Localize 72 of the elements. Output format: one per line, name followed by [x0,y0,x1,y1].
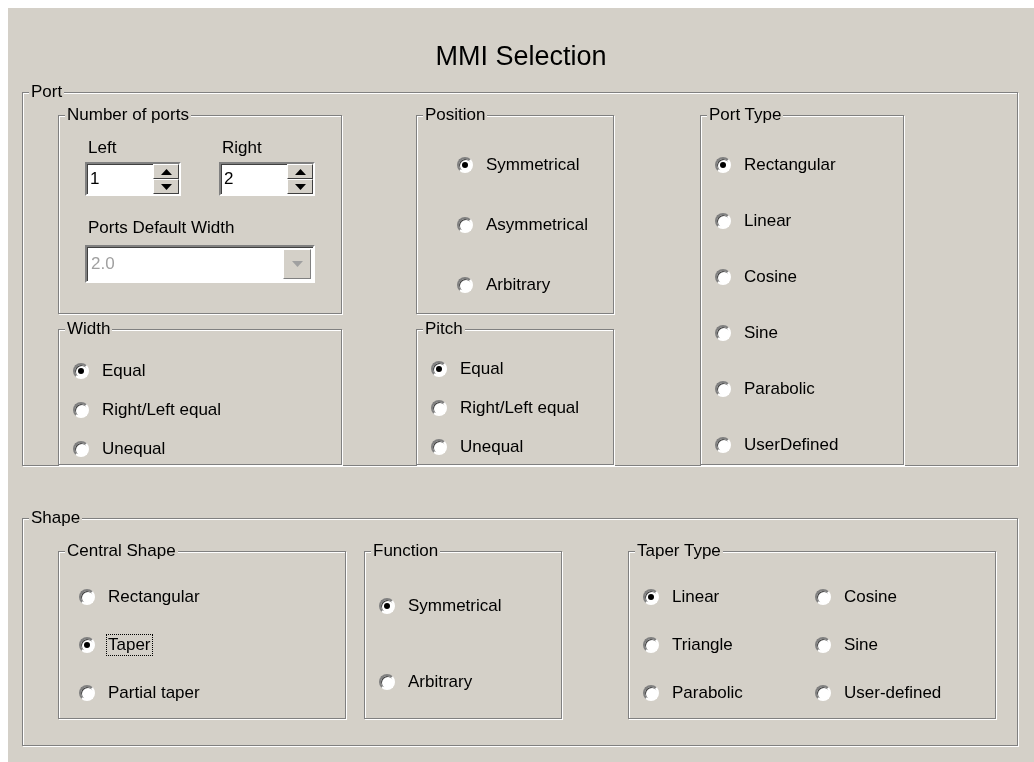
option-label: Symmetrical [485,154,581,176]
down-arrow-icon [294,183,306,190]
field-label: Left [87,138,117,158]
option-label: Equal [101,360,147,383]
option-label: User-defined [843,682,943,704]
option-label: Linear [671,586,721,608]
option-label: Rectangular [107,586,201,608]
radio-button[interactable] [73,402,89,419]
radio-button[interactable] [715,325,731,341]
option-label: Right/Left equal [101,399,223,422]
option-label: Arbitrary [407,671,474,693]
option-label: Taper [106,634,153,656]
radio-button[interactable] [79,637,95,653]
radio-button[interactable] [79,589,95,605]
radio-button[interactable] [431,439,447,456]
spin-up-button[interactable] [287,164,313,179]
up-arrow-icon [294,168,306,175]
radio-button[interactable] [715,437,731,453]
group-label: Port Type [707,105,784,125]
radio-button[interactable] [643,685,659,701]
number-spinner[interactable]: 2 [219,162,315,196]
option-label: Parabolic [671,682,744,704]
radio-button[interactable] [457,277,473,293]
option-label: Right/Left equal [459,397,581,420]
option-label: Sine [843,634,880,656]
radio-button[interactable] [73,441,89,458]
radio-button[interactable] [79,685,95,701]
spin-down-button[interactable] [287,179,313,194]
radio-button[interactable] [815,589,831,605]
radio-button[interactable] [643,637,659,653]
number-spinner[interactable]: 1 [85,162,181,196]
option-label: Parabolic [743,378,816,400]
option-label: Triangle [671,634,734,656]
up-arrow-icon [160,168,172,175]
radio-button[interactable] [815,685,831,701]
group-label: Number of ports [65,105,191,125]
option-label: Partial taper [107,682,201,704]
option-label: Cosine [843,586,898,608]
radio-button[interactable] [73,363,89,380]
radio-button[interactable] [715,381,731,397]
radio-button[interactable] [715,157,731,173]
dropdown-arrow-icon [291,261,303,267]
option-label: Rectangular [743,154,837,176]
group-label: Central Shape [65,541,178,561]
option-label: UserDefined [743,434,840,456]
radio-button[interactable] [643,589,659,605]
radio-button[interactable] [431,400,447,417]
group-label: Taper Type [635,541,723,561]
radio-button[interactable] [715,269,731,285]
option-label: Unequal [101,438,167,461]
radio-button[interactable] [431,361,447,378]
radio-button[interactable] [815,637,831,653]
option-label: Equal [459,358,505,381]
radio-button[interactable] [379,674,395,690]
field-label: Right [221,138,262,158]
radio-button[interactable] [715,213,731,229]
option-label: Cosine [743,266,798,288]
radio-button[interactable] [457,157,473,173]
field-label: Ports Default Width [87,218,235,238]
option-label: Unequal [459,436,525,459]
option-label: Sine [743,322,780,344]
option-label: Arbitrary [485,274,552,296]
spin-down-button[interactable] [153,179,179,194]
radio-button[interactable] [379,598,395,614]
option-label: Symmetrical [407,595,503,617]
down-arrow-icon [160,183,172,190]
option-label: Asymmetrical [485,214,589,236]
spin-up-button[interactable] [153,164,179,179]
dialog-title: MMI Selection [435,40,607,73]
group-label: Shape [29,508,83,528]
radio-button[interactable] [457,217,473,233]
option-label: Linear [743,210,793,232]
